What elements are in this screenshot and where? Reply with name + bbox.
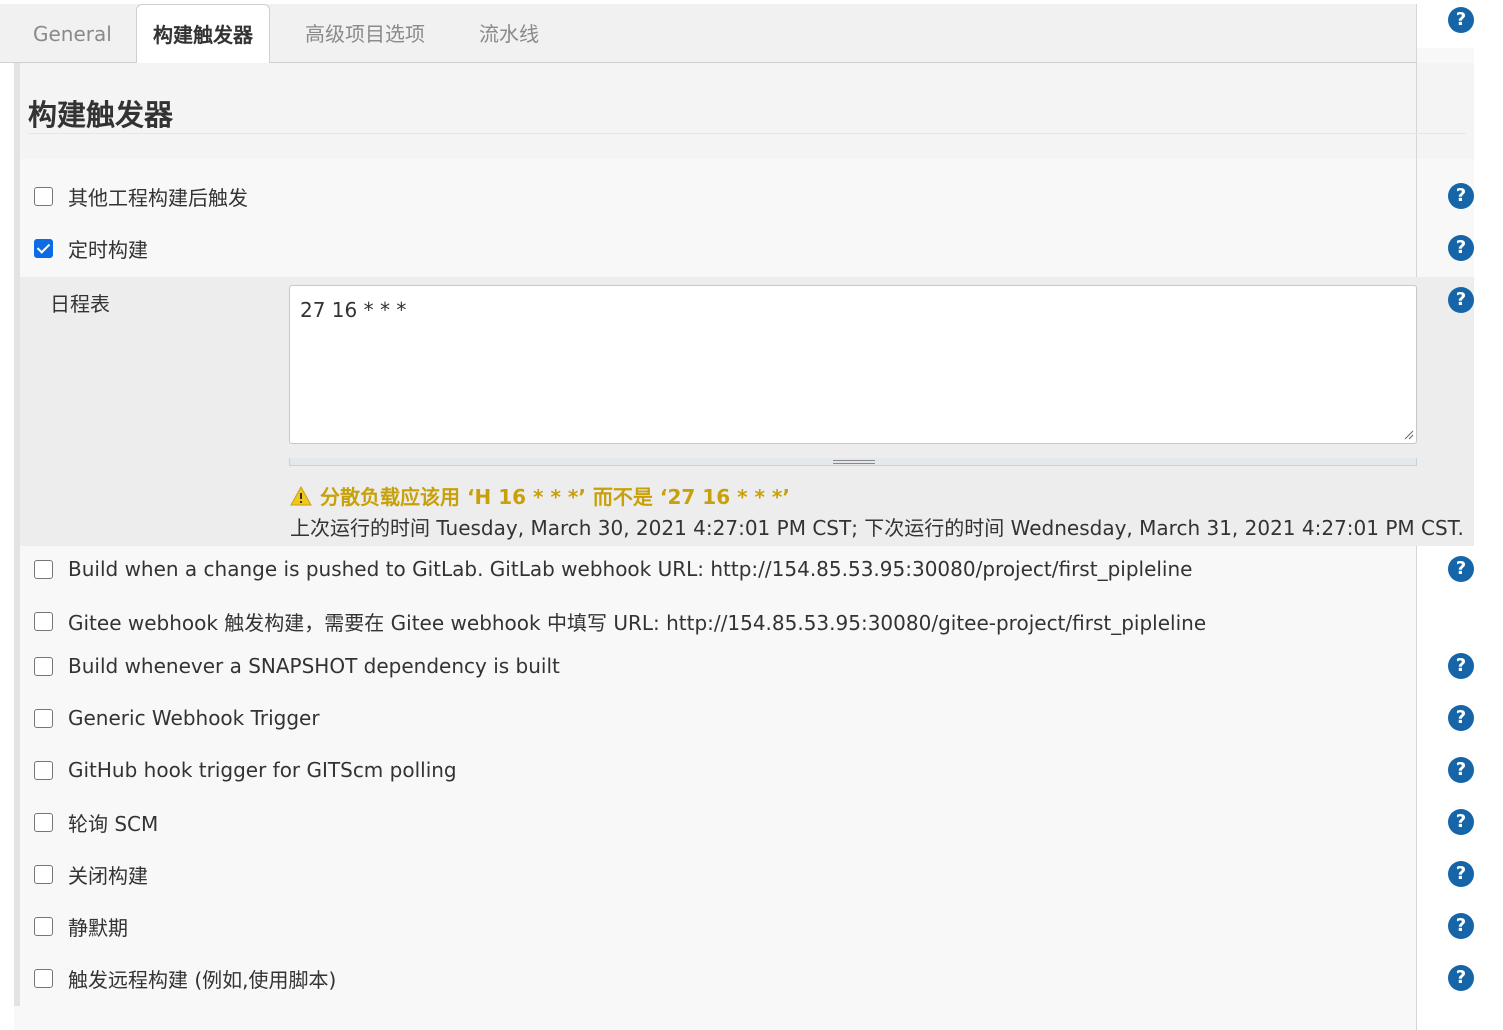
section-title: 构建触发器 [28, 98, 174, 132]
job-config-page: General 构建触发器 高级项目选项 流水线 ? 构建触发器 其他工程构建后… [0, 0, 1503, 1030]
help-icon-timer[interactable]: ? [1448, 235, 1474, 261]
trigger-row-disable-build[interactable]: 关闭构建 [34, 859, 148, 889]
help-icon[interactable]: ? [1448, 7, 1474, 33]
trigger-row-poll-scm[interactable]: 轮询 SCM [34, 807, 158, 837]
trigger-label-quiet-period: 静默期 [68, 915, 128, 940]
trigger-row-remote-build[interactable]: 触发远程构建 (例如,使用脚本) [34, 963, 336, 993]
drag-handle-icon[interactable] [833, 460, 875, 464]
tab-pipeline[interactable]: 流水线 [479, 4, 539, 63]
trigger-checkbox-poll-scm[interactable] [34, 812, 53, 832]
trigger-checkbox-remote-build[interactable] [34, 968, 53, 988]
trigger-label-gitlab: Build when a change is pushed to GitLab.… [68, 557, 1193, 581]
trigger-checkbox-snapshot[interactable] [34, 656, 53, 676]
tab-build-triggers[interactable]: 构建触发器 [136, 4, 270, 64]
trigger-label-upstream: 其他工程构建后触发 [68, 185, 248, 210]
trigger-checkbox-gitee[interactable] [34, 611, 53, 631]
section-header [20, 63, 1474, 159]
help-icon-schedule[interactable]: ? [1448, 287, 1474, 313]
trigger-row-generic-webhook[interactable]: Generic Webhook Trigger [34, 703, 320, 733]
schedule-warning: 分散负载应该用 ‘H 16 * * *’ 而不是 ‘27 16 * * *’ [290, 481, 790, 510]
trigger-row-github-hook[interactable]: GitHub hook trigger for GITScm polling [34, 755, 457, 785]
help-icon-remote-build[interactable]: ? [1448, 965, 1474, 991]
trigger-row-quiet-period[interactable]: 静默期 [34, 911, 128, 941]
trigger-label-timer: 定时构建 [68, 237, 148, 262]
help-icon-disable-build[interactable]: ? [1448, 861, 1474, 887]
help-icon-github-hook[interactable]: ? [1448, 757, 1474, 783]
help-icon-gitlab[interactable]: ? [1448, 556, 1474, 582]
warning-icon [290, 485, 312, 505]
trigger-row-snapshot[interactable]: Build whenever a SNAPSHOT dependency is … [34, 651, 560, 681]
schedule-info: 上次运行的时间 Tuesday, March 30, 2021 4:27:01 … [290, 516, 1464, 540]
trigger-label-generic-webhook: Generic Webhook Trigger [68, 706, 320, 730]
tab-advanced-options[interactable]: 高级项目选项 [305, 4, 425, 63]
trigger-label-github-hook: GitHub hook trigger for GITScm polling [68, 758, 457, 782]
tab-general[interactable]: General [33, 4, 112, 63]
trigger-row-upstream[interactable]: 其他工程构建后触发 [34, 181, 248, 211]
trigger-checkbox-github-hook[interactable] [34, 760, 53, 780]
trigger-label-disable-build: 关闭构建 [68, 863, 148, 888]
schedule-warning-text: 分散负载应该用 ‘H 16 * * *’ 而不是 ‘27 16 * * *’ [320, 485, 790, 509]
trigger-row-gitlab[interactable]: Build when a change is pushed to GitLab.… [34, 554, 1192, 584]
trigger-checkbox-disable-build[interactable] [34, 864, 53, 884]
help-icon-quiet-period[interactable]: ? [1448, 913, 1474, 939]
trigger-label-remote-build: 触发远程构建 (例如,使用脚本) [68, 967, 337, 992]
trigger-checkbox-generic-webhook[interactable] [34, 708, 53, 728]
help-icon-upstream[interactable]: ? [1448, 183, 1474, 209]
trigger-row-gitee[interactable]: Gitee webhook 触发构建，需要在 Gitee webhook 中填写… [34, 606, 1206, 636]
trigger-label-poll-scm: 轮询 SCM [68, 811, 159, 836]
help-icon-generic-webhook[interactable]: ? [1448, 705, 1474, 731]
trigger-label-snapshot: Build whenever a SNAPSHOT dependency is … [68, 654, 560, 678]
schedule-textarea[interactable]: 27 16 * * * [289, 285, 1417, 444]
help-icon-poll-scm[interactable]: ? [1448, 809, 1474, 835]
help-icon-snapshot[interactable]: ? [1448, 653, 1474, 679]
trigger-checkbox-quiet-period[interactable] [34, 916, 53, 936]
schedule-label: 日程表 [50, 292, 110, 316]
section-divider [28, 133, 1466, 134]
resize-grip-icon[interactable] [1402, 428, 1414, 440]
trigger-checkbox-gitlab[interactable] [34, 559, 53, 579]
trigger-checkbox-upstream[interactable] [34, 186, 53, 206]
tab-bar: General 构建触发器 高级项目选项 流水线 [0, 4, 1417, 64]
trigger-row-timer[interactable]: 定时构建 [34, 233, 148, 263]
trigger-checkbox-timer[interactable] [34, 238, 53, 258]
trigger-label-gitee: Gitee webhook 触发构建，需要在 Gitee webhook 中填写… [68, 610, 1207, 635]
